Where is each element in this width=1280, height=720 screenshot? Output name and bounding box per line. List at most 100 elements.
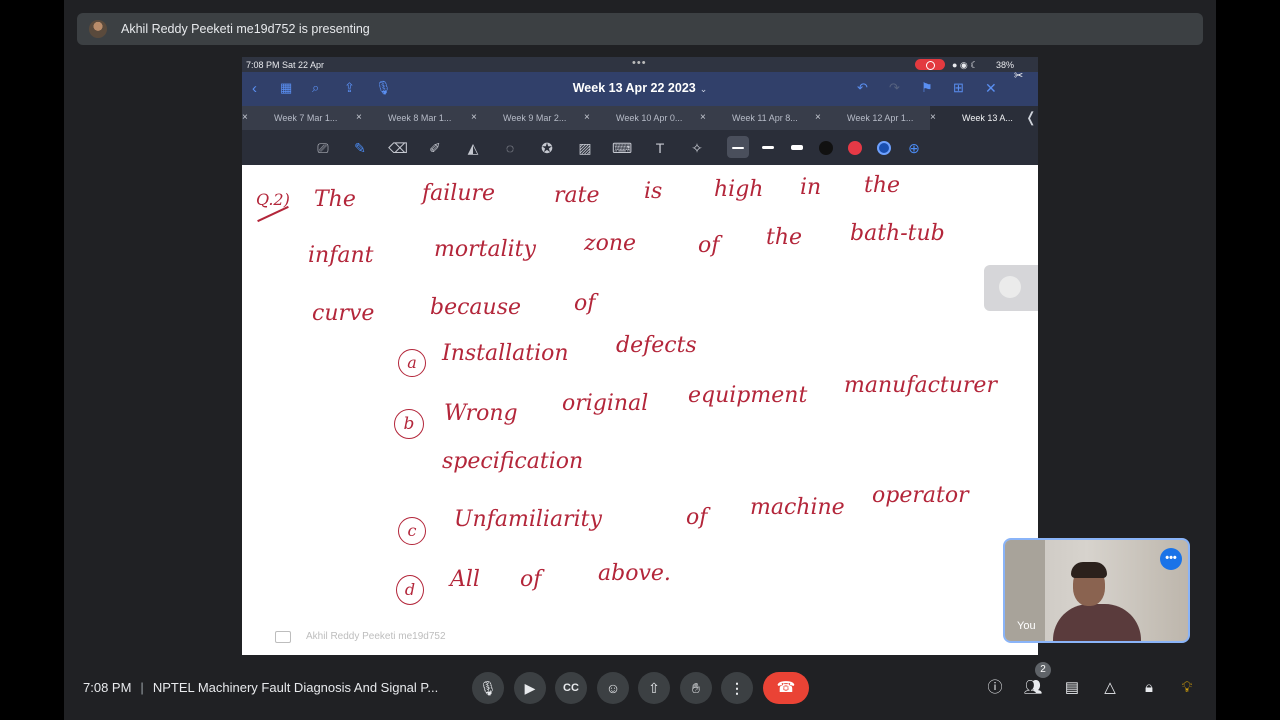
more-vert-icon: ⋮ — [730, 680, 744, 696]
goodnotes-chrome: 7:08 PM Sat 22 Apr ••• ● ◉ ☾ 38% ‹ ▦ ⌕ ⇪… — [242, 57, 1038, 165]
ink-word: machine — [750, 495, 845, 520]
lasso-image-icon[interactable]: ⎚ — [313, 138, 333, 158]
ipad-status-bar: 7:08 PM Sat 22 Apr ••• ● ◉ ☾ 38% — [242, 57, 1038, 72]
option-a-marker: a — [398, 349, 426, 377]
microphone-icon: 🎙︎ — [479, 680, 497, 696]
text-tool-icon[interactable]: T — [650, 138, 670, 158]
hand-icon: ✋︎ — [692, 680, 700, 696]
present-button[interactable]: ⇧ — [638, 672, 670, 704]
highlighter-icon[interactable]: ✐ — [425, 138, 445, 158]
tab-close-icon[interactable]: × — [930, 106, 936, 130]
page-scroll-handle[interactable] — [984, 265, 1038, 311]
notebook-page[interactable]: Q.2) The failure rate is high in the inf… — [242, 165, 1038, 655]
color-swatch-red[interactable] — [848, 141, 862, 155]
ink-word: operator — [872, 483, 969, 508]
stroke-medium[interactable] — [762, 146, 774, 149]
participant-body — [1053, 604, 1141, 641]
tab-label: Week 13 A... — [962, 113, 1013, 123]
reactions-button[interactable]: ☺ — [597, 672, 629, 704]
camera-icon: ▶ — [524, 680, 536, 696]
more-options-icon[interactable]: ••• — [1160, 548, 1182, 570]
tab-week-11[interactable]: × Week 11 Apr 8... — [700, 106, 815, 130]
ink-word: the — [864, 173, 901, 198]
sticker-icon[interactable]: ✪ — [537, 138, 557, 158]
microphone-button[interactable]: 🎙︎ — [472, 672, 504, 704]
activities-icon[interactable]: △ — [1099, 677, 1121, 699]
ink-word: All — [450, 567, 480, 592]
keyboard-icon[interactable]: ⌨ — [612, 138, 632, 158]
screen-record-icon — [915, 59, 945, 70]
close-icon[interactable]: ✕ — [985, 80, 997, 97]
ink-word: curve — [312, 301, 375, 326]
meeting-details-icon[interactable]: ⓘ — [984, 677, 1006, 699]
ink-word: rate — [554, 183, 600, 208]
shapes-icon[interactable]: ◭ — [463, 138, 483, 158]
redo-icon[interactable]: ↷ — [889, 80, 900, 96]
ink-word: Installation — [442, 341, 569, 366]
shared-screen: 7:08 PM Sat 22 Apr ••• ● ◉ ☾ 38% ‹ ▦ ⌕ ⇪… — [242, 57, 1038, 655]
tab-label: Week 8 Mar 1... — [388, 113, 452, 123]
eraser-icon[interactable]: ⌫ — [388, 138, 408, 158]
ink-word: of — [574, 291, 596, 316]
more-options-button[interactable]: ⋮ — [721, 672, 753, 704]
tab-close-icon[interactable]: × — [356, 106, 362, 130]
stroke-thick[interactable] — [791, 145, 803, 150]
bookmark-icon[interactable]: ⚑ — [921, 80, 933, 96]
tab-close-icon[interactable]: × — [242, 106, 248, 130]
image-icon[interactable]: ▨ — [575, 138, 595, 158]
leave-call-button[interactable]: ☎ — [763, 672, 809, 704]
tab-close-icon[interactable]: × — [471, 106, 477, 130]
sidebar-toggle-icon[interactable]: ❬ — [1025, 109, 1037, 126]
ink-word: The — [314, 187, 356, 212]
wifi-icon: ● ◉ ☾ — [952, 60, 979, 70]
presenter-avatar — [89, 20, 107, 38]
option-d-marker: d — [396, 575, 424, 605]
ink-word: infant — [308, 243, 374, 268]
camera-button[interactable]: ▶ — [514, 672, 546, 704]
pen-tool-icon[interactable]: ✎ — [350, 138, 370, 158]
tab-week-8[interactable]: × Week 8 Mar 1... — [356, 106, 471, 130]
tab-week-12[interactable]: × Week 12 Apr 1... — [815, 106, 930, 130]
color-swatch-blue[interactable] — [877, 141, 891, 155]
chat-icon[interactable]: ▤ — [1061, 677, 1083, 699]
drawing-toolbar: ⎚ ✎ ⌫ ✐ ◭ ◌ ✪ ▨ ⌨ T ✧ ⊕ — [242, 130, 1038, 165]
self-video-tile[interactable]: ••• You — [1003, 538, 1190, 643]
undo-icon[interactable]: ↶ — [857, 80, 868, 96]
tab-close-icon[interactable]: × — [700, 106, 706, 130]
document-title-dropdown[interactable]: Week 13 Apr 22 2023 ⌄ — [242, 81, 1038, 95]
gemini-notes-icon[interactable]: 💡︎ — [1176, 677, 1198, 699]
captions-icon: CC — [563, 682, 579, 694]
ink-word: bath-tub — [850, 221, 945, 246]
lasso-icon[interactable]: ◌ — [500, 138, 520, 158]
meeting-title: NPTEL Machinery Fault Diagnosis And Sign… — [152, 680, 439, 695]
host-controls-icon[interactable]: 🔒︎ — [1138, 677, 1160, 699]
ipad-time: 7:08 PM Sat 22 Apr — [246, 60, 325, 70]
tab-close-icon[interactable]: × — [815, 106, 821, 130]
ink-word: because — [430, 295, 522, 320]
tab-week-9[interactable]: × Week 9 Mar 2... — [471, 106, 586, 130]
ink-word: original — [562, 391, 649, 416]
ink-word: defects — [616, 333, 697, 358]
tab-week-7[interactable]: × Week 7 Mar 1... — [242, 106, 357, 130]
tab-week-13[interactable]: × Week 13 A... — [930, 106, 1038, 130]
captions-button[interactable]: CC — [555, 672, 587, 704]
ink-word: equipment — [688, 383, 808, 408]
ink-word: high — [714, 177, 764, 202]
ink-word: zone — [584, 231, 637, 256]
color-swatch-black[interactable] — [819, 141, 833, 155]
ink-word: manufacturer — [844, 373, 997, 398]
add-color-icon[interactable]: ⊕ — [904, 138, 924, 158]
ink-word: the — [766, 225, 803, 250]
tab-week-10[interactable]: × Week 10 Apr 0... — [584, 106, 699, 130]
emoji-icon: ☺ — [605, 680, 621, 696]
people-icon[interactable]: 👥︎ — [1022, 677, 1044, 699]
separator: | — [140, 680, 144, 695]
laser-pointer-icon[interactable]: ✧ — [687, 138, 707, 158]
mic-muted-icon: ✂ — [1014, 70, 1024, 82]
tab-close-icon[interactable]: × — [584, 106, 590, 130]
stroke-thin — [732, 147, 744, 149]
raise-hand-button[interactable]: ✋︎ — [680, 672, 712, 704]
ink-word: of — [686, 505, 708, 530]
meeting-time: 7:08 PM — [83, 680, 132, 695]
add-page-icon[interactable]: ⊞ — [953, 80, 964, 96]
